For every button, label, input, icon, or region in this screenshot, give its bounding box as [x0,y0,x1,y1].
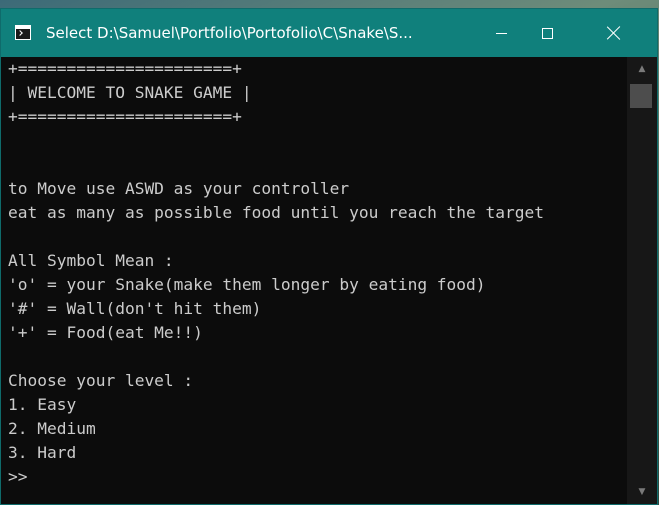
console-line: '+' = Food(eat Me!!) [8,323,203,342]
console-line: 'o' = your Snake(make them longer by eat… [8,275,486,294]
console-line: 2. Medium [8,419,96,438]
scroll-down-icon: ▼ [638,487,646,497]
console-line: 1. Easy [8,395,77,414]
vertical-scrollbar[interactable]: ▲ ▼ [627,57,657,504]
window-title: Select D:\Samuel\Portfolio\Portofolio\C\… [46,24,413,42]
minimize-button[interactable] [478,9,524,57]
console-line: eat as many as possible food until you r… [8,203,545,222]
scroll-up-icon: ▲ [638,64,646,74]
console-line: >> [8,467,28,486]
console-line: 3. Hard [8,443,77,462]
console-window[interactable]: Select D:\Samuel\Portfolio\Portofolio\C\… [0,8,658,505]
close-button[interactable] [571,9,657,57]
console-line: All Symbol Mean : [8,251,174,270]
console-line: | WELCOME TO SNAKE GAME | [8,83,252,102]
console-line: '#' = Wall(don't hit them) [8,299,262,318]
console-app-icon[interactable] [15,25,31,40]
scroll-down-button[interactable]: ▼ [627,480,657,504]
title-bar[interactable]: Select D:\Samuel\Portfolio\Portofolio\C\… [1,9,657,57]
console-line: Choose your level : [8,371,194,390]
close-icon [607,26,621,40]
minimize-icon [495,32,507,34]
scroll-up-button[interactable]: ▲ [627,57,657,81]
maximize-button[interactable] [524,9,570,57]
console-line: to Move use ASWD as your controller [8,179,350,198]
console-line: +======================+ [8,107,242,126]
console-output[interactable]: +======================+ | WELCOME TO SNA… [1,57,627,504]
scroll-thumb[interactable] [630,84,652,108]
console-line: +======================+ [8,59,242,78]
maximize-icon [541,27,553,39]
